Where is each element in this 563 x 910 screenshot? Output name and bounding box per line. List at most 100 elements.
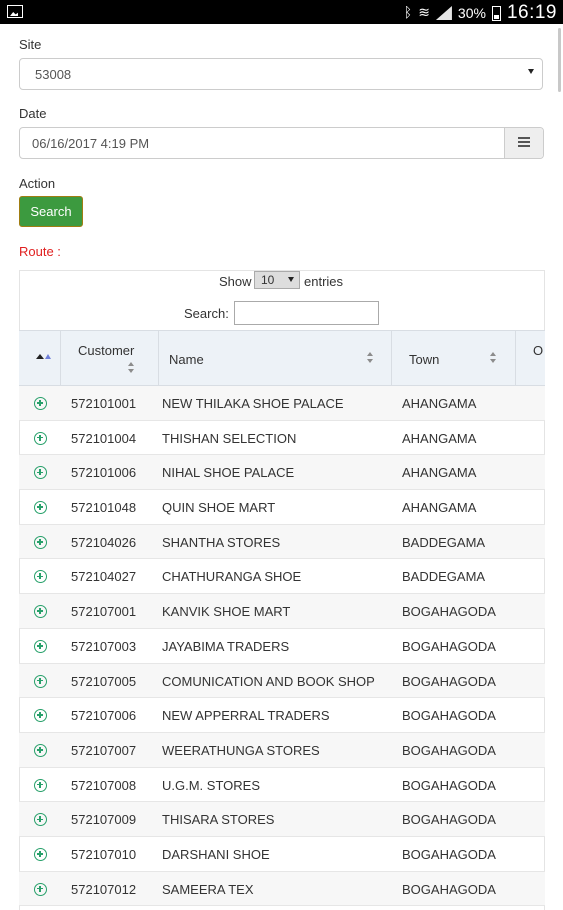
- customer-cell: 572107003: [71, 638, 137, 654]
- town-cell: AHANGAMA: [402, 465, 477, 481]
- signal-icon: [435, 6, 452, 20]
- status-bar: ᛒ ≋ 30% 16:19: [0, 0, 563, 24]
- customer-cell: 572107012: [71, 881, 137, 897]
- table-row[interactable]: 572107003 JAYABIMA TRADERS BOGAHAGODA: [19, 629, 545, 664]
- table-row[interactable]: 572101048 QUIN SHOE MART AHANGAMA: [19, 490, 545, 525]
- table-row[interactable]: 572107005 COMUNICATION AND BOOK SHOP BOGAH…: [19, 663, 545, 699]
- entries-select-value: 10: [261, 273, 275, 287]
- expand-plus-icon[interactable]: [34, 709, 47, 723]
- name-cell: KANVIK SHOE MART: [162, 604, 291, 620]
- expand-plus-icon[interactable]: [34, 431, 47, 445]
- gallery-icon: [7, 5, 23, 18]
- column-header-label: Customer: [78, 343, 135, 358]
- status-icons: ᛒ ≋ 30% 16:19: [404, 2, 557, 24]
- show-label: Show: [219, 274, 252, 289]
- column-header-label: O: [533, 343, 544, 358]
- name-cell: U.G.M. STORES: [162, 777, 260, 793]
- town-cell: AHANGAMA: [402, 430, 477, 446]
- town-cell: BOGAHAGODA: [402, 812, 496, 828]
- expand-plus-icon[interactable]: [34, 882, 47, 896]
- customer-cell: 572104027: [71, 569, 137, 585]
- search-button[interactable]: Search: [19, 196, 83, 227]
- column-header-o[interactable]: O: [516, 331, 556, 385]
- calendar-icon: [518, 137, 530, 149]
- expand-plus-icon[interactable]: [34, 570, 47, 584]
- route-label: Route :: [19, 244, 61, 259]
- town-cell: BOGAHAGODA: [402, 777, 496, 793]
- site-label: Site: [19, 37, 42, 52]
- column-header-label: Town: [409, 352, 440, 367]
- name-cell: THISHAN SELECTION: [162, 430, 297, 446]
- customer-cell: 572107001: [71, 604, 137, 620]
- town-cell: BOGAHAGODA: [402, 604, 496, 620]
- expand-plus-icon[interactable]: [34, 847, 47, 861]
- name-cell: THISARA STORES: [162, 812, 275, 828]
- town-cell: BADDEGAMA: [402, 569, 486, 585]
- expand-plus-icon[interactable]: [34, 778, 47, 792]
- date-field[interactable]: 06/16/2017 4:19 PM: [19, 127, 544, 159]
- customer-cell: 572107008: [71, 777, 137, 793]
- expand-plus-icon[interactable]: [34, 639, 47, 653]
- table-row[interactable]: 572104026 SHANTHA STORES BADDEGAMA: [19, 524, 545, 560]
- action-label: Action: [19, 176, 56, 191]
- bluetooth-icon: ᛒ: [403, 5, 413, 21]
- table-row[interactable]: 572104027 CHATHURANGA SHOE BADDEGAMA: [19, 559, 545, 595]
- town-cell: BOGAHAGODA: [402, 742, 496, 758]
- table-row[interactable]: 572107010 DARSHANI SHOE BOGAHAGODA: [19, 837, 545, 872]
- table-row[interactable]: 572107001 KANVIK SHOE MART BOGAHAGODA: [19, 594, 545, 629]
- column-header-name[interactable]: Name: [159, 331, 392, 385]
- table-search-input[interactable]: [234, 301, 379, 325]
- table-row[interactable]: 572107008 U.G.M. STORES BOGAHAGODA: [19, 768, 545, 803]
- table-row[interactable]: 572107009 THISARA STORES BOGAHAGODA: [19, 802, 545, 837]
- table-row[interactable]: 572101006 NIHAL SHOE PALACE AHANGAMA: [19, 455, 545, 491]
- table-header: Customer Name Town O: [19, 330, 545, 386]
- table-row[interactable]: 572101004 THISHAN SELECTION AHANGAMA: [19, 421, 545, 456]
- name-cell: NIHAL SHOE PALACE: [162, 465, 295, 481]
- name-cell: QUIN SHOE MART: [162, 500, 276, 516]
- expand-plus-icon[interactable]: [34, 605, 47, 619]
- expand-plus-icon[interactable]: [34, 466, 47, 480]
- town-cell: BOGAHAGODA: [402, 708, 496, 724]
- expand-plus-icon[interactable]: [34, 397, 47, 410]
- name-cell: NEW THILAKA SHOE PALACE: [162, 396, 344, 411]
- site-select[interactable]: 53008: [19, 58, 543, 90]
- town-cell: BOGAHAGODA: [402, 846, 496, 862]
- expand-plus-icon[interactable]: [34, 535, 47, 549]
- sort-icon: [366, 352, 374, 364]
- chevron-down-icon: [288, 277, 294, 282]
- page-scrollbar[interactable]: [558, 28, 561, 92]
- name-cell: COMUNICATION AND BOOK SHOP: [162, 673, 375, 689]
- column-header-customer[interactable]: Customer: [61, 331, 159, 385]
- customer-cell: 572107010: [71, 846, 137, 862]
- wifi-icon: ≋: [418, 5, 430, 21]
- column-header-town[interactable]: Town: [392, 331, 516, 385]
- chevron-down-icon: [528, 69, 534, 74]
- calendar-button[interactable]: [504, 128, 543, 158]
- entries-select[interactable]: 10: [254, 271, 300, 289]
- name-cell: DARSHANI SHOE: [162, 846, 270, 862]
- expand-plus-icon[interactable]: [34, 743, 47, 757]
- customer-cell: 572107006: [71, 708, 137, 724]
- name-cell: JAYABIMA TRADERS: [162, 638, 290, 654]
- name-cell: SAMEERA TEX: [162, 881, 254, 897]
- town-cell: BADDEGAMA: [402, 534, 486, 550]
- customer-cell: 572101006: [71, 465, 137, 481]
- expand-plus-icon[interactable]: [34, 674, 47, 688]
- table-search-label: Search:: [184, 306, 229, 321]
- table-row[interactable]: 572107007 WEERATHUNGA STORES BOGAHAGODA: [19, 732, 545, 768]
- customer-cell: 572104026: [71, 534, 137, 550]
- table-row[interactable]: 572107012 SAMEERA TEX BOGAHAGODA: [19, 871, 545, 907]
- name-cell: SHANTHA STORES: [162, 534, 281, 550]
- town-cell: BOGAHAGODA: [402, 638, 496, 654]
- table-row[interactable]: 572107006 NEW APPERRAL TRADERS BOGAHAGODA: [19, 698, 545, 733]
- entries-label: entries: [304, 274, 344, 289]
- table-row[interactable]: 572101001 NEW THILAKA SHOE PALACE AHANGAMA: [19, 386, 545, 421]
- customer-cell: 572107009: [71, 812, 137, 828]
- town-cell: AHANGAMA: [402, 500, 477, 516]
- clock: 16:19: [506, 2, 557, 23]
- expand-plus-icon[interactable]: [34, 813, 47, 827]
- name-cell: CHATHURANGA SHOE: [162, 569, 302, 585]
- expand-plus-icon[interactable]: [34, 501, 47, 515]
- expand-column-header[interactable]: [19, 331, 61, 385]
- date-field-value: 06/16/2017 4:19 PM: [32, 136, 150, 151]
